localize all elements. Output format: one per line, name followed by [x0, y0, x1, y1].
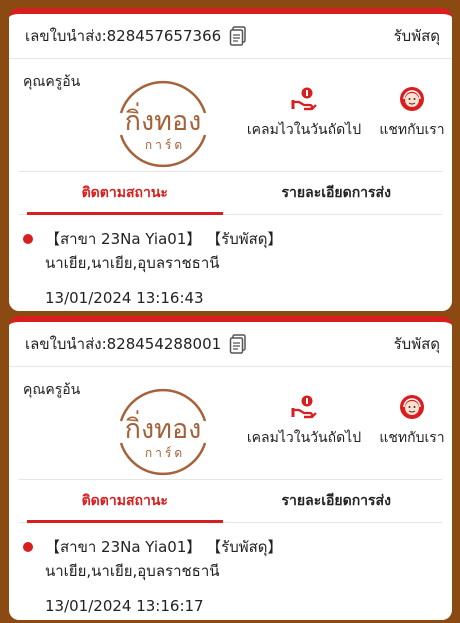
status-dot-icon [23, 542, 33, 552]
card-body: คุณครูอ้น กิ่งทอง การ์ด เคลมไวในวันถัดไป… [9, 59, 452, 171]
chat-button[interactable]: แชทกับเรา [377, 393, 447, 449]
tab-track-status[interactable]: ติดตามสถานะ [19, 172, 231, 215]
hand-coin-icon [290, 393, 318, 421]
tab-shipping-details[interactable]: รายละเอียดการส่ง [231, 172, 443, 214]
tracking-number: เลขใบนำส่ง:828457657366 [25, 27, 222, 45]
chat-label: แชทกับเรา [379, 122, 445, 138]
brand-logo: กิ่งทอง การ์ด [113, 73, 213, 173]
claim-label: เคลมไวในวันถัดไป [246, 122, 362, 138]
claim-button[interactable]: เคลมไวในวันถัดไป [245, 85, 363, 141]
shipment-card: เลขใบนำส่ง:828457657366 รับพัสดุ คุณครูอ… [9, 8, 452, 311]
support-agent-icon [398, 85, 426, 113]
event-timestamp: 13/01/2024 13:16:43 [45, 289, 204, 307]
tab-shipping-details[interactable]: รายละเอียดการส่ง [231, 480, 443, 522]
status-dot-icon [23, 234, 33, 244]
support-agent-icon [398, 393, 426, 421]
recipient-name: คุณครูอ้น [23, 382, 81, 398]
shipment-card: เลขใบนำส่ง:828454288001 รับพัสดุ คุณครูอ… [9, 316, 452, 620]
chat-label: แชทกับเรา [379, 430, 445, 446]
logo-main-text: กิ่งทอง [125, 410, 202, 445]
logo-sub-text: การ์ด [145, 446, 185, 460]
event-timestamp: 13/01/2024 13:16:17 [45, 597, 204, 615]
copy-icon[interactable] [229, 26, 247, 46]
receive-status: รับพัสดุ [393, 27, 440, 45]
event-location: นาเยีย,นาเยีย,อุบลราชธานี [45, 254, 220, 272]
tracking-number: เลขใบนำส่ง:828454288001 [25, 335, 222, 353]
logo-sub-text: การ์ด [145, 138, 185, 152]
claim-button[interactable]: เคลมไวในวันถัดไป [245, 393, 363, 449]
card-tabs: ติดตามสถานะ รายละเอียดการส่ง [19, 171, 442, 215]
event-branch-status: 【สาขา 23Na Yia01】 【รับพัสดุ】 [45, 538, 283, 556]
recipient-name: คุณครูอ้น [23, 74, 81, 90]
event-branch-status: 【สาขา 23Na Yia01】 【รับพัสดุ】 [45, 230, 283, 248]
tracking-event: 【สาขา 23Na Yia01】 【รับพัสดุ】 นาเยีย,นาเย… [9, 215, 452, 311]
receive-status: รับพัสดุ [393, 335, 440, 353]
brand-logo: กิ่งทอง การ์ด [113, 381, 213, 481]
chat-button[interactable]: แชทกับเรา [377, 85, 447, 141]
tab-track-status[interactable]: ติดตามสถานะ [19, 480, 231, 523]
copy-icon[interactable] [229, 334, 247, 354]
card-header: เลขใบนำส่ง:828457657366 รับพัสดุ [9, 14, 452, 59]
card-body: คุณครูอ้น กิ่งทอง การ์ด เคลมไวในวันถัดไป… [9, 367, 452, 479]
hand-coin-icon [290, 85, 318, 113]
tracking-event: 【สาขา 23Na Yia01】 【รับพัสดุ】 นาเยีย,นาเย… [9, 523, 452, 620]
card-header: เลขใบนำส่ง:828454288001 รับพัสดุ [9, 322, 452, 367]
logo-main-text: กิ่งทอง [125, 102, 202, 137]
event-location: นาเยีย,นาเยีย,อุบลราชธานี [45, 562, 220, 580]
card-tabs: ติดตามสถานะ รายละเอียดการส่ง [19, 479, 442, 523]
claim-label: เคลมไวในวันถัดไป [246, 430, 362, 446]
